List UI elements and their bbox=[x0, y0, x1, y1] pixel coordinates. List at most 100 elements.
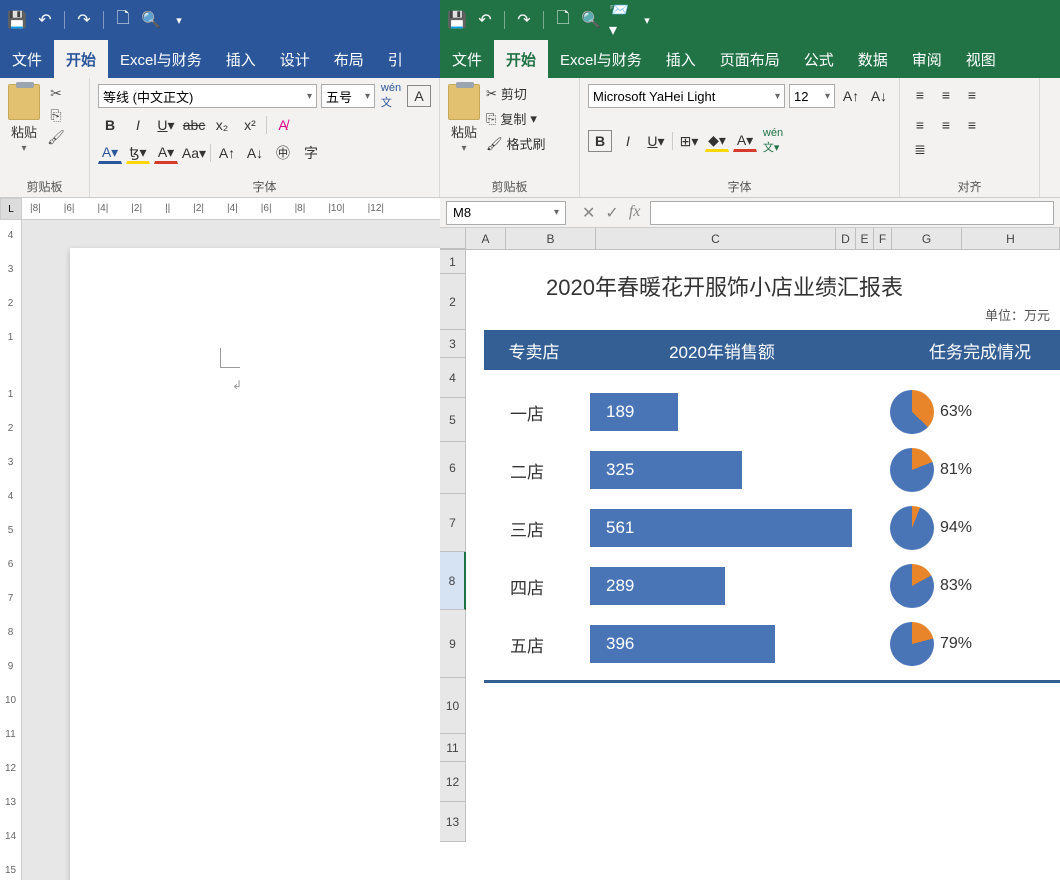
row-header-11[interactable]: 11 bbox=[440, 734, 466, 762]
menu-插入[interactable]: 插入 bbox=[654, 40, 708, 78]
align-center-icon[interactable]: ≡ bbox=[934, 114, 958, 136]
grow-font-icon[interactable]: A↑ bbox=[215, 142, 239, 164]
menu-页面布局[interactable]: 页面布局 bbox=[708, 40, 792, 78]
cut-button[interactable]: ✂剪切 bbox=[486, 84, 546, 103]
redo-icon[interactable]: ↷ bbox=[515, 11, 533, 29]
name-box[interactable]: M8▾ bbox=[446, 201, 566, 225]
menu-文件[interactable]: 文件 bbox=[0, 40, 54, 78]
bold-icon[interactable]: B bbox=[588, 130, 612, 152]
fill-color-icon[interactable]: ◆▾ bbox=[705, 130, 729, 152]
col-header-H[interactable]: H bbox=[962, 228, 1060, 249]
phonetic-guide-icon[interactable]: wén文 bbox=[379, 85, 403, 107]
qat-more-icon[interactable]: ▾ bbox=[638, 11, 656, 29]
enclose-char-icon[interactable]: ㊥ bbox=[271, 142, 295, 164]
highlight-icon[interactable]: ꜩ▾ bbox=[126, 142, 150, 164]
row-header-8[interactable]: 8 bbox=[440, 552, 466, 610]
grow-font-icon[interactable]: A↑ bbox=[839, 85, 863, 107]
select-all-button[interactable] bbox=[440, 228, 466, 249]
align-middle-icon[interactable]: ≡ bbox=[934, 84, 958, 106]
text-effects-icon[interactable]: A▾ bbox=[98, 142, 122, 164]
phonetic-icon[interactable]: wén文▾ bbox=[761, 130, 785, 152]
sheet-body[interactable]: 2020年春暖花开服饰小店业绩汇报表 单位：万元 专卖店 2020年销售额 任务… bbox=[466, 250, 1060, 880]
row-header-5[interactable]: 5 bbox=[440, 398, 466, 442]
fx-icon[interactable]: fx bbox=[629, 203, 641, 223]
undo-icon[interactable]: ↶ bbox=[36, 11, 54, 29]
bold-icon[interactable]: B bbox=[98, 114, 122, 136]
menu-数据[interactable]: 数据 bbox=[846, 40, 900, 78]
format-painter-button[interactable]: 🖌格式刷 bbox=[486, 134, 546, 153]
italic-icon[interactable]: I bbox=[126, 114, 150, 136]
menu-设计[interactable]: 设计 bbox=[268, 40, 322, 78]
shrink-font-icon[interactable]: A↓ bbox=[867, 85, 891, 107]
menu-引[interactable]: 引 bbox=[376, 40, 415, 78]
col-header-A[interactable]: A bbox=[466, 228, 506, 249]
menu-审阅[interactable]: 审阅 bbox=[900, 40, 954, 78]
menu-开始[interactable]: 开始 bbox=[54, 40, 108, 78]
col-header-G[interactable]: G bbox=[892, 228, 962, 249]
row-header-10[interactable]: 10 bbox=[440, 678, 466, 734]
menu-Excel与财务[interactable]: Excel与财务 bbox=[548, 40, 654, 78]
borders-icon[interactable]: ⊞▾ bbox=[677, 130, 701, 152]
formula-input[interactable] bbox=[650, 201, 1054, 225]
menu-视图[interactable]: 视图 bbox=[954, 40, 1008, 78]
email-icon[interactable]: 📨▾ bbox=[610, 11, 628, 29]
subscript-icon[interactable]: x₂ bbox=[210, 114, 234, 136]
font-size-combo[interactable]: 12▾ bbox=[789, 84, 835, 108]
shrink-font-icon[interactable]: A↓ bbox=[243, 142, 267, 164]
ruler-horizontal[interactable]: |8||6||4||2||||2||4||6||8||10||12| bbox=[0, 198, 440, 220]
superscript-icon[interactable]: x² bbox=[238, 114, 262, 136]
font-family-combo[interactable]: Microsoft YaHei Light▾ bbox=[588, 84, 785, 108]
align-justify-icon[interactable]: ≣ bbox=[908, 138, 932, 160]
menu-Excel与财务[interactable]: Excel与财务 bbox=[108, 40, 214, 78]
col-header-D[interactable]: D bbox=[836, 228, 856, 249]
paste-button[interactable]: 粘贴 ▾ bbox=[8, 84, 40, 154]
menu-布局[interactable]: 布局 bbox=[322, 40, 376, 78]
preview-icon[interactable]: 🔍 bbox=[142, 11, 160, 29]
menu-公式[interactable]: 公式 bbox=[792, 40, 846, 78]
redo-icon[interactable]: ↷ bbox=[75, 11, 93, 29]
preview-icon[interactable]: 🔍 bbox=[582, 11, 600, 29]
new-file-icon[interactable]: 🗋 bbox=[554, 11, 572, 29]
font-family-combo[interactable]: 等线 (中文正文)▾ bbox=[98, 84, 317, 108]
copy-icon[interactable]: ⎘ bbox=[46, 106, 66, 124]
menu-文件[interactable]: 文件 bbox=[440, 40, 494, 78]
confirm-formula-icon[interactable]: ✓ bbox=[605, 203, 618, 223]
font-color-icon[interactable]: A▾ bbox=[733, 130, 757, 152]
change-case-icon[interactable]: Aa▾ bbox=[182, 142, 206, 164]
row-header-13[interactable]: 13 bbox=[440, 802, 466, 842]
col-header-F[interactable]: F bbox=[874, 228, 892, 249]
format-painter-icon[interactable]: 🖌 bbox=[46, 128, 66, 146]
align-right-icon[interactable]: ≡ bbox=[960, 114, 984, 136]
copy-button[interactable]: ⎘复制▾ bbox=[486, 109, 546, 128]
row-header-6[interactable]: 6 bbox=[440, 442, 466, 494]
col-header-C[interactable]: C bbox=[596, 228, 836, 249]
cut-icon[interactable]: ✂ bbox=[46, 84, 66, 102]
cancel-formula-icon[interactable]: ✕ bbox=[582, 203, 595, 223]
ruler-corner[interactable]: L bbox=[0, 198, 22, 220]
save-icon[interactable]: 💾 bbox=[448, 11, 466, 29]
clear-format-icon[interactable]: A̸ bbox=[271, 114, 295, 136]
row-header-1[interactable]: 1 bbox=[440, 250, 466, 274]
menu-插入[interactable]: 插入 bbox=[214, 40, 268, 78]
strikethrough-icon[interactable]: abc bbox=[182, 114, 206, 136]
page[interactable]: ↲ bbox=[70, 248, 440, 880]
word-document-area[interactable]: L |8||6||4||2||||2||4||6||8||10||12| 432… bbox=[0, 198, 440, 880]
align-left-icon[interactable]: ≡ bbox=[908, 114, 932, 136]
italic-icon[interactable]: I bbox=[616, 130, 640, 152]
menu-开始[interactable]: 开始 bbox=[494, 40, 548, 78]
font-size-combo[interactable]: 五号▾ bbox=[321, 84, 375, 108]
underline-icon[interactable]: U▾ bbox=[644, 130, 668, 152]
align-bottom-icon[interactable]: ≡ bbox=[960, 84, 984, 106]
ruler-vertical[interactable]: 432112345678910111213141516171819 bbox=[0, 220, 22, 880]
row-header-12[interactable]: 12 bbox=[440, 762, 466, 802]
character-border-icon[interactable]: A bbox=[407, 85, 431, 107]
undo-icon[interactable]: ↶ bbox=[476, 11, 494, 29]
col-header-B[interactable]: B bbox=[506, 228, 596, 249]
row-header-3[interactable]: 3 bbox=[440, 330, 466, 358]
col-header-E[interactable]: E bbox=[856, 228, 874, 249]
char-shading-icon[interactable]: 字 bbox=[299, 142, 323, 164]
qat-more-icon[interactable]: ▾ bbox=[170, 11, 188, 29]
align-top-icon[interactable]: ≡ bbox=[908, 84, 932, 106]
row-header-4[interactable]: 4 bbox=[440, 358, 466, 398]
row-header-7[interactable]: 7 bbox=[440, 494, 466, 552]
